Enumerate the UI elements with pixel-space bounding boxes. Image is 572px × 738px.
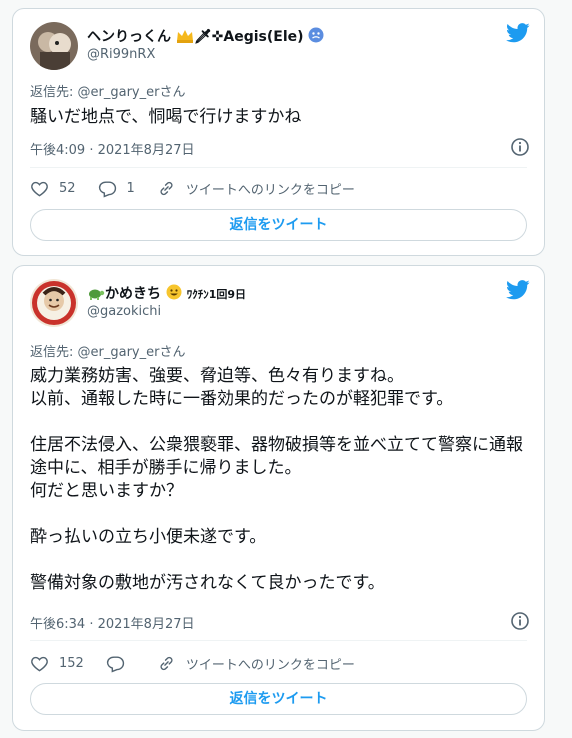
reply-icon xyxy=(106,655,124,672)
avatar[interactable] xyxy=(30,279,78,327)
tweet-actions: 152 ツイートへのリンクをコピー xyxy=(30,653,377,673)
reply-tweet-button[interactable]: 返信をツイート xyxy=(30,209,527,241)
twitter-bird-icon[interactable] xyxy=(506,23,530,43)
display-name[interactable]: かめきち ﾜｸﾁﾝ1回9日 xyxy=(87,283,246,304)
reply-tweet-button[interactable]: 返信をツイート xyxy=(30,683,527,715)
turtle-icon xyxy=(87,286,105,304)
tweet-text: 威力業務妨害、強要、脅迫等、色々有りますね。 以前、通報した時に一番効果的だった… xyxy=(30,366,523,593)
heart-icon xyxy=(31,656,48,671)
tweet-timestamp[interactable]: 午後6:34 · 2021年8月27日 xyxy=(30,613,195,632)
heart-icon xyxy=(31,181,48,196)
reply-to-label: 返信先: @er_gary_erさん xyxy=(30,345,186,360)
tweet-card: かめきち ﾜｸﾁﾝ1回9日 @gazokichi 返信先: @er_gary_e… xyxy=(12,265,545,731)
like-count: 52 xyxy=(59,180,76,196)
divider xyxy=(30,167,527,168)
face-emoji-icon xyxy=(308,27,324,47)
reply-icon xyxy=(98,180,116,197)
twitter-bird-icon[interactable] xyxy=(506,280,530,300)
copy-link-button[interactable]: ツイートへのリンクをコピー xyxy=(157,179,355,198)
reply-count-button[interactable]: 1 xyxy=(98,179,135,198)
reply-count-button[interactable] xyxy=(106,654,135,673)
reply-count: 1 xyxy=(126,180,135,196)
tweet-text: 騒いだ地点で、恫喝で行けますかね xyxy=(30,107,302,127)
display-name[interactable]: ヘンりっくん 🗡✜Aegis(Ele) xyxy=(87,26,324,47)
user-handle[interactable]: @Ri99nRX xyxy=(87,47,155,62)
tweet-actions: 52 1 ツイートへのリンクをコピー xyxy=(30,178,377,198)
like-button[interactable]: 52 xyxy=(30,179,76,198)
info-icon[interactable] xyxy=(510,137,530,157)
avatar[interactable] xyxy=(30,22,78,70)
grinning-face-icon xyxy=(166,284,182,304)
like-count: 152 xyxy=(59,655,84,671)
link-icon xyxy=(160,656,173,670)
reply-to-label: 返信先: @er_gary_erさん xyxy=(30,85,186,100)
like-button[interactable]: 152 xyxy=(30,654,84,673)
copy-link-button[interactable]: ツイートへのリンクをコピー xyxy=(157,654,355,673)
tweet-timestamp[interactable]: 午後4:09 · 2021年8月27日 xyxy=(30,139,195,158)
link-icon xyxy=(160,181,173,195)
tweet-card: ヘンりっくん 🗡✜Aegis(Ele) @Ri99nRX 返信先: @er_ga… xyxy=(12,8,545,256)
copy-link-label: ツイートへのリンクをコピー xyxy=(185,657,355,673)
divider xyxy=(30,640,527,641)
user-handle[interactable]: @gazokichi xyxy=(87,304,161,319)
copy-link-label: ツイートへのリンクをコピー xyxy=(185,182,355,198)
crown-icon xyxy=(176,29,194,47)
info-icon[interactable] xyxy=(510,611,530,631)
